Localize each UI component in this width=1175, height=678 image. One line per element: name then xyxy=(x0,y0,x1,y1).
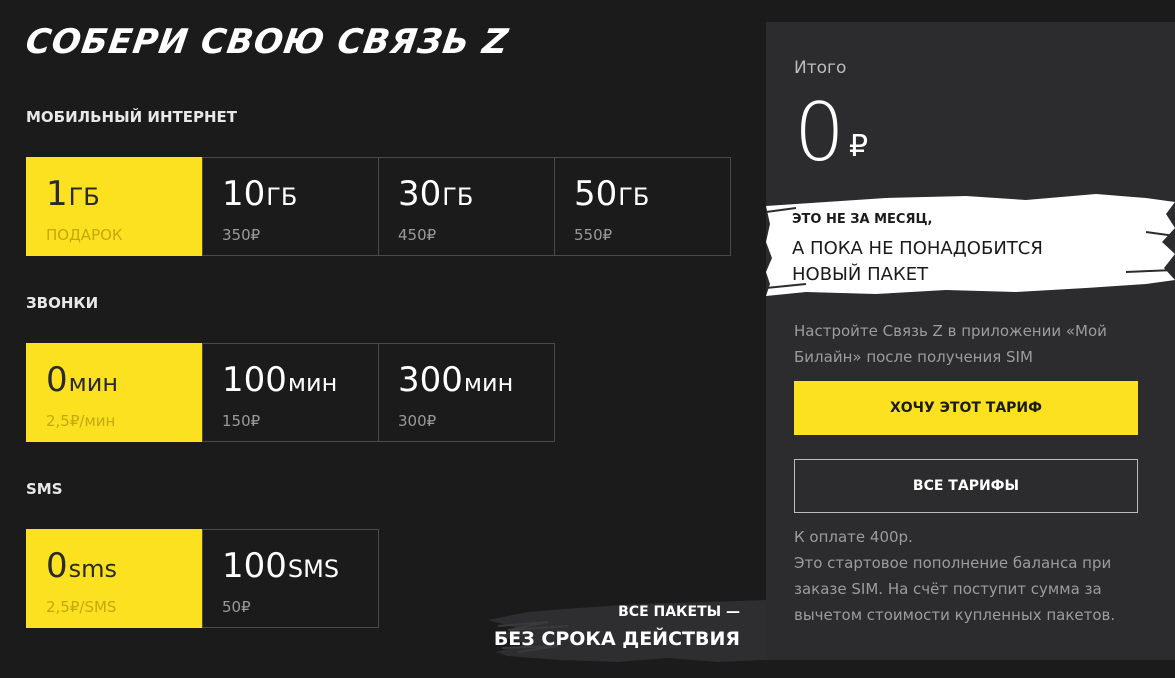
option-price: 50₽ xyxy=(222,598,251,616)
option-amount: 50 xyxy=(574,174,618,214)
option-amount: 0 xyxy=(46,360,68,400)
option-calls-300[interactable]: 300 мин 300₽ xyxy=(378,343,555,442)
brush-text-line1: ЭТО НЕ ЗА МЕСЯЦ, xyxy=(792,212,933,227)
option-price: 2,5₽/мин xyxy=(46,412,116,430)
want-tariff-button[interactable]: ХОЧУ ЭТОТ ТАРИФ xyxy=(794,381,1138,435)
option-price: 300₽ xyxy=(398,412,437,430)
option-sms-100[interactable]: 100 SMS 50₽ xyxy=(202,529,379,628)
option-unit: ГБ xyxy=(68,183,100,211)
option-amount: 100 xyxy=(222,546,287,586)
option-unit: sms xyxy=(68,555,118,583)
option-unit: ГБ xyxy=(266,183,298,211)
option-unit: SMS xyxy=(287,555,340,583)
option-unit: ГБ xyxy=(442,183,474,211)
option-amount: 300 xyxy=(398,360,463,400)
brush-text-line2: А ПОКА НЕ ПОНАДОБИТСЯ xyxy=(792,238,1043,259)
option-calls-100[interactable]: 100 мин 150₽ xyxy=(202,343,379,442)
option-amount: 100 xyxy=(222,360,287,400)
all-tariffs-button[interactable]: ВСЕ ТАРИФЫ xyxy=(794,459,1138,513)
app-hint: Настройте Связь Z в приложении «Мой Била… xyxy=(794,322,1107,366)
total-value: 0 xyxy=(794,86,845,179)
option-calls-0[interactable]: 0 мин 2,5₽/мин xyxy=(26,343,203,442)
brush-text-lines: А ПОКА НЕ ПОНАДОБИТСЯ НОВЫЙ ПАКЕТ xyxy=(792,236,1043,288)
option-price: ПОДАРОК xyxy=(46,226,123,244)
option-unit: мин xyxy=(68,369,119,397)
option-sms-0[interactable]: 0 sms 2,5₽/SMS xyxy=(26,529,203,628)
option-price: 450₽ xyxy=(398,226,437,244)
section-label-sms: SMS xyxy=(26,480,63,498)
page-title: СОБЕРИ СВОЮ СВЯЗЬ Z xyxy=(23,22,512,62)
option-internet-1gb[interactable]: 1 ГБ ПОДАРОК xyxy=(26,157,203,256)
option-amount: 10 xyxy=(222,174,266,214)
packages-note-line2: БЕЗ СРОКА ДЕЙСТВИЯ xyxy=(493,628,740,650)
section-label-internet: МОБИЛЬНЫЙ ИНТЕРНЕТ xyxy=(26,108,238,126)
option-amount: 1 xyxy=(46,174,68,214)
section-label-calls: ЗВОНКИ xyxy=(26,294,99,312)
option-price: 2,5₽/SMS xyxy=(46,598,117,616)
sms-options: 0 sms 2,5₽/SMS 100 SMS 50₽ xyxy=(26,529,379,628)
option-amount: 30 xyxy=(398,174,442,214)
internet-options: 1 ГБ ПОДАРОК 10 ГБ 350₽ 30 ГБ 450₽ 50 ГБ 550… xyxy=(26,157,731,256)
packages-note-line1: ВСЕ ПАКЕТЫ — xyxy=(618,604,740,620)
option-price: 350₽ xyxy=(222,226,261,244)
currency-symbol: ₽ xyxy=(849,129,869,164)
brush-text-line3: НОВЫЙ ПАКЕТ xyxy=(792,264,929,285)
option-internet-10gb[interactable]: 10 ГБ 350₽ xyxy=(202,157,379,256)
option-internet-30gb[interactable]: 30 ГБ 450₽ xyxy=(378,157,555,256)
option-unit: ГБ xyxy=(618,183,650,211)
packages-note-brush: ВСЕ ПАКЕТЫ — БЕЗ СРОКА ДЕЙСТВИЯ xyxy=(488,596,766,666)
option-unit: мин xyxy=(287,369,338,397)
option-internet-50gb[interactable]: 50 ГБ 550₽ xyxy=(554,157,731,256)
payment-note-line2: Это стартовое пополнение баланса при зак… xyxy=(794,554,1116,624)
option-amount: 0 xyxy=(46,546,68,586)
option-unit: мин xyxy=(463,369,514,397)
payment-note: К оплате 400р. Это стартовое пополнение … xyxy=(794,524,1144,628)
option-price: 550₽ xyxy=(574,226,613,244)
calls-options: 0 мин 2,5₽/мин 100 мин 150₽ 300 мин 300₽ xyxy=(26,343,555,442)
summary-panel: Итого 0 ₽ ЭТО НЕ ЗА МЕСЯЦ, А ПОКА НЕ ПОН… xyxy=(766,22,1175,660)
option-price: 150₽ xyxy=(222,412,261,430)
payment-note-line1: К оплате 400р. xyxy=(794,528,913,546)
total-label: Итого xyxy=(794,58,847,78)
